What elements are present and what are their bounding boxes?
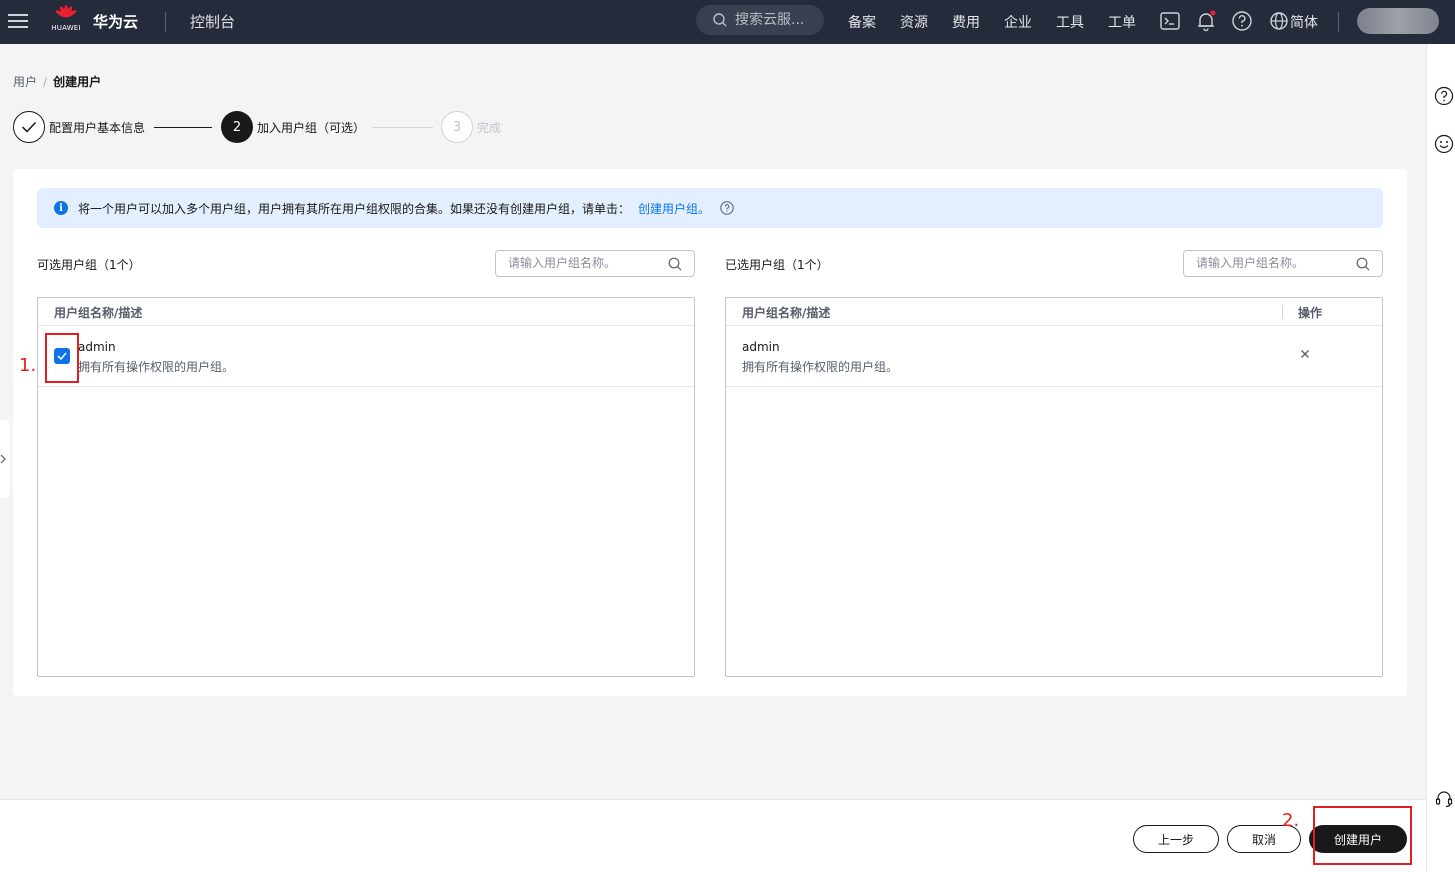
step-number: 3: [441, 111, 473, 143]
right-tool-rail: [1426, 44, 1455, 872]
breadcrumb-users[interactable]: 用户: [13, 75, 37, 89]
divider: [165, 12, 166, 32]
step-label: 配置用户基本信息: [49, 120, 146, 135]
global-search[interactable]: 搜索云服...: [696, 5, 824, 35]
nav-enterprise[interactable]: 企业: [992, 12, 1044, 32]
divider: [1338, 12, 1339, 32]
search-icon[interactable]: [668, 257, 682, 271]
table-row: admin 拥有所有操作权限的用户组。: [726, 326, 1382, 387]
selected-groups-search[interactable]: 请输入用户组名称。: [1183, 250, 1383, 277]
search-placeholder: 请输入用户组名称。: [1196, 256, 1305, 270]
sidebar-expand-handle[interactable]: [0, 420, 10, 498]
bell-icon[interactable]: [1195, 10, 1217, 32]
info-text: 将一个用户可以加入多个用户组，用户拥有其所在用户组权限的合集。如果还没有创建用户…: [78, 201, 631, 216]
available-groups-table: 用户组名称/描述 admin 拥有所有操作权限的用户组。: [37, 297, 695, 677]
nav-resources[interactable]: 资源: [888, 12, 940, 32]
remove-icon[interactable]: [1299, 348, 1311, 360]
table-row[interactable]: admin 拥有所有操作权限的用户组。: [38, 326, 694, 387]
annotation-box-create: [1313, 806, 1412, 865]
previous-step-button[interactable]: 上一步: [1133, 825, 1219, 853]
create-group-link[interactable]: 创建用户组。: [638, 200, 710, 217]
feedback-smiley-icon[interactable]: [1434, 134, 1454, 154]
step-finish: 3 完成: [441, 111, 501, 143]
step-connector: [372, 127, 433, 128]
check-icon: [21, 121, 37, 133]
group-name: admin: [78, 340, 116, 354]
search-icon: [713, 13, 727, 27]
help-icon[interactable]: [1434, 86, 1454, 106]
nav-billing[interactable]: 费用: [940, 12, 992, 32]
language-switch[interactable]: 简体: [1290, 12, 1318, 32]
step-number: 2: [221, 111, 253, 143]
group-description: 拥有所有操作权限的用户组。: [742, 360, 899, 374]
brand-name[interactable]: 华为云: [93, 11, 138, 32]
nav-tickets[interactable]: 工单: [1096, 12, 1148, 32]
nav-beian[interactable]: 备案: [836, 12, 888, 32]
column-header-action: 操作: [1298, 306, 1323, 320]
info-icon: i: [54, 201, 68, 215]
info-notice: i 将一个用户可以加入多个用户组，用户拥有其所在用户组权限的合集。如果还没有创建…: [37, 188, 1383, 228]
available-groups-search[interactable]: 请输入用户组名称。: [495, 250, 695, 277]
help-icon[interactable]: [720, 201, 734, 215]
step-join-group: 2 加入用户组（可选）: [221, 111, 365, 143]
help-icon[interactable]: [1231, 10, 1253, 32]
group-selection-card: i 将一个用户可以加入多个用户组，用户拥有其所在用户组权限的合集。如果还没有创建…: [13, 169, 1407, 696]
annotation-label-1: 1.: [19, 355, 37, 376]
console-link[interactable]: 控制台: [190, 11, 235, 32]
step-connector: [154, 127, 212, 128]
breadcrumb-current: 创建用户: [53, 75, 102, 89]
step-done-circle: [13, 111, 45, 143]
column-header-name: 用户组名称/描述: [54, 306, 143, 320]
selected-groups-title: 已选用户组（1个）: [725, 258, 829, 272]
available-groups-title: 可选用户组（1个）: [37, 258, 141, 272]
table-header: 用户组名称/描述: [38, 298, 694, 326]
table-header: 用户组名称/描述 操作: [726, 298, 1382, 326]
breadcrumb: 用户 / 创建用户: [13, 73, 101, 90]
logo-text: HUAWEI: [51, 24, 81, 32]
chevron-right-icon: [0, 454, 6, 464]
step-label: 完成: [477, 120, 502, 135]
search-placeholder: 请输入用户组名称。: [508, 256, 617, 270]
column-header-name: 用户组名称/描述: [742, 306, 831, 320]
terminal-icon[interactable]: [1159, 10, 1181, 32]
breadcrumb-separator: /: [43, 75, 48, 89]
step-basic-info: 配置用户基本信息: [13, 111, 145, 143]
globe-icon[interactable]: [1268, 10, 1290, 32]
step-label: 加入用户组（可选）: [257, 120, 366, 135]
global-search-placeholder: 搜索云服...: [735, 12, 805, 28]
huawei-logo[interactable]: HUAWEI: [50, 5, 82, 32]
customer-service-icon[interactable]: [1434, 789, 1454, 809]
annotation-box-checkbox: [45, 333, 79, 383]
top-navbar: HUAWEI 华为云 控制台 搜索云服... 备案 资源 费用 企业 工具 工单…: [0, 0, 1455, 44]
selected-groups-table: 用户组名称/描述 操作 admin 拥有所有操作权限的用户组。: [725, 297, 1383, 677]
menu-icon[interactable]: [8, 11, 28, 31]
group-description: 拥有所有操作权限的用户组。: [78, 360, 235, 374]
column-divider: [1282, 305, 1283, 319]
search-icon[interactable]: [1356, 257, 1370, 271]
top-nav-links: 备案 资源 费用 企业 工具 工单: [836, 12, 1148, 32]
group-name: admin: [742, 340, 780, 354]
annotation-label-2: 2.: [1282, 810, 1300, 831]
nav-tools[interactable]: 工具: [1044, 12, 1096, 32]
account-menu[interactable]: [1357, 8, 1439, 34]
